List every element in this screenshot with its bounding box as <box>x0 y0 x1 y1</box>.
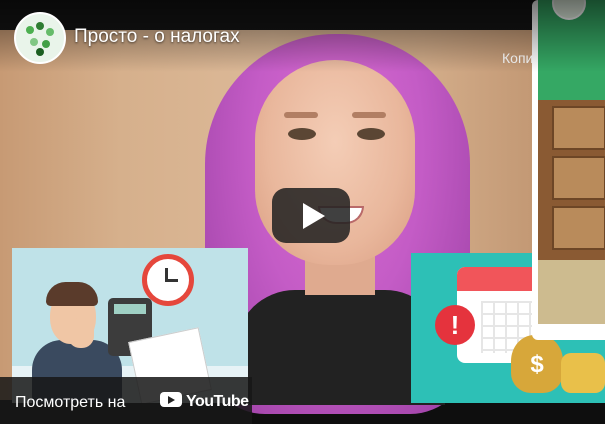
clock-minute-hand <box>166 279 178 282</box>
logo-dot <box>30 38 38 46</box>
money-bag-icon: $ <box>511 335 563 393</box>
drawer <box>552 106 605 150</box>
calculator-screen <box>114 304 146 314</box>
logo-dot <box>26 26 34 34</box>
person-eyebrow-left <box>284 112 318 118</box>
youtube-wordmark: YouTube <box>186 393 249 410</box>
coins-icon <box>561 353 605 393</box>
person-eyebrow-right <box>352 112 386 118</box>
person-eye-right <box>357 128 385 140</box>
video-title[interactable]: Просто - о налогах <box>74 26 240 48</box>
video-player[interactable]: ! $ Просто - о налогах Копировать ссылку… <box>0 0 605 424</box>
logo-dot <box>42 40 50 48</box>
watch-on-label: Посмотреть на <box>15 394 126 411</box>
card-drawers <box>538 100 605 260</box>
man-hair <box>46 282 98 306</box>
play-icon <box>303 203 325 229</box>
youtube-play-icon <box>168 396 175 404</box>
drawer <box>552 156 605 200</box>
copy-link-button[interactable]: Копировать ссылку <box>502 50 532 66</box>
man-hand <box>68 318 94 348</box>
logo-dot <box>36 48 44 56</box>
logo-dot <box>46 28 54 36</box>
person-eye-left <box>288 128 316 140</box>
video-header: Просто - о налогах Копировать ссылку <box>0 0 605 72</box>
channel-logo-icon[interactable] <box>14 12 66 64</box>
card-floor <box>538 260 605 324</box>
logo-dot <box>36 22 44 30</box>
alert-icon: ! <box>435 305 475 345</box>
drawer <box>552 206 605 250</box>
